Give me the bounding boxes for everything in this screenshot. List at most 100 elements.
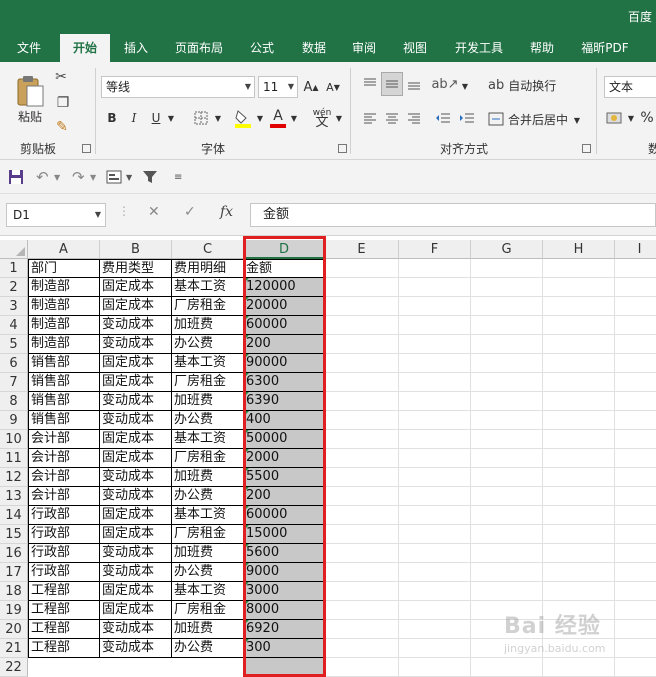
table-cell[interactable]: 6920: [244, 620, 325, 639]
table-cell[interactable]: 办公费: [172, 335, 244, 354]
table-cell[interactable]: 基本工资: [172, 430, 244, 449]
table-cell[interactable]: 50000: [244, 430, 325, 449]
table-cell[interactable]: 会计部: [28, 449, 100, 468]
column-header-f[interactable]: F: [399, 240, 471, 259]
chevron-down-icon[interactable]: ▼: [289, 110, 299, 126]
chevron-down-icon[interactable]: ▼: [626, 110, 636, 126]
table-cell[interactable]: 办公费: [172, 487, 244, 506]
table-cell[interactable]: 200: [244, 487, 325, 506]
chevron-down-icon[interactable]: ▼: [90, 166, 96, 188]
chevron-down-icon[interactable]: ▼: [54, 166, 60, 188]
table-cell[interactable]: 销售部: [28, 392, 100, 411]
format-painter-icon[interactable]: ✎: [52, 118, 72, 136]
table-cell[interactable]: 60000: [244, 506, 325, 525]
table-cell[interactable]: 6390: [244, 392, 325, 411]
font-launcher-icon[interactable]: [338, 144, 347, 153]
fill-color-icon[interactable]: [232, 106, 254, 130]
table-cell[interactable]: 厂房租金: [172, 601, 244, 620]
table-cell[interactable]: 固定成本: [100, 449, 172, 468]
column-header-e[interactable]: E: [325, 240, 399, 259]
row-header-17[interactable]: 17: [0, 563, 28, 582]
table-cell[interactable]: 固定成本: [100, 525, 172, 544]
align-right-icon[interactable]: [404, 108, 424, 128]
column-header-h[interactable]: H: [543, 240, 615, 259]
form-icon[interactable]: [106, 166, 122, 188]
customize-qat-icon[interactable]: ≡: [174, 166, 182, 188]
table-cell[interactable]: 变动成本: [100, 468, 172, 487]
column-header-b[interactable]: B: [100, 240, 172, 259]
enter-icon[interactable]: ✓: [184, 204, 196, 220]
table-cell[interactable]: 厂房租金: [172, 449, 244, 468]
chevron-down-icon[interactable]: ▼: [460, 78, 470, 94]
chevron-down-icon[interactable]: ▼: [213, 110, 223, 126]
row-header-7[interactable]: 7: [0, 373, 28, 392]
table-cell[interactable]: 8000: [244, 601, 325, 620]
table-cell[interactable]: 工程部: [28, 620, 100, 639]
align-middle-icon[interactable]: [381, 72, 403, 96]
row-header-3[interactable]: 3: [0, 297, 28, 316]
tab-formulas[interactable]: 公式: [240, 34, 284, 62]
header-cell[interactable]: 费用明细: [172, 259, 244, 278]
wrap-text-button[interactable]: ab 自动换行: [488, 74, 578, 96]
tab-developer[interactable]: 开发工具: [446, 34, 512, 62]
header-cell[interactable]: 费用类型: [100, 259, 172, 278]
alignment-launcher-icon[interactable]: [582, 144, 591, 153]
row-header-10[interactable]: 10: [0, 430, 28, 449]
table-cell[interactable]: 90000: [244, 354, 325, 373]
tab-review[interactable]: 审阅: [342, 34, 386, 62]
table-cell[interactable]: 会计部: [28, 487, 100, 506]
increase-indent-icon[interactable]: [456, 108, 478, 128]
column-header-a[interactable]: A: [28, 240, 100, 259]
table-cell[interactable]: 5500: [244, 468, 325, 487]
save-icon[interactable]: [8, 166, 24, 188]
column-header-d[interactable]: D: [244, 240, 325, 259]
row-header-18[interactable]: 18: [0, 582, 28, 601]
borders-icon[interactable]: [190, 108, 212, 128]
copy-icon[interactable]: ❐: [52, 94, 74, 112]
table-cell[interactable]: 制造部: [28, 316, 100, 335]
row-header-5[interactable]: 5: [0, 335, 28, 354]
table-cell[interactable]: 2000: [244, 449, 325, 468]
table-cell[interactable]: 固定成本: [100, 297, 172, 316]
table-cell[interactable]: 加班费: [172, 620, 244, 639]
italic-button[interactable]: I: [126, 108, 142, 128]
undo-icon[interactable]: ↶: [36, 166, 49, 188]
table-cell[interactable]: 行政部: [28, 525, 100, 544]
phonetic-guide-button[interactable]: wén 文: [310, 106, 334, 130]
underline-button[interactable]: U: [148, 108, 164, 128]
table-cell[interactable]: 厂房租金: [172, 525, 244, 544]
number-format-select[interactable]: 文本: [604, 76, 656, 98]
bold-button[interactable]: B: [104, 108, 120, 128]
table-cell[interactable]: 15000: [244, 525, 325, 544]
table-cell[interactable]: 销售部: [28, 354, 100, 373]
tab-data[interactable]: 数据: [292, 34, 336, 62]
font-color-button[interactable]: A: [268, 106, 288, 130]
table-cell[interactable]: 基本工资: [172, 354, 244, 373]
row-header-12[interactable]: 12: [0, 468, 28, 487]
table-cell[interactable]: 变动成本: [100, 316, 172, 335]
chevron-down-icon[interactable]: ▼: [334, 110, 344, 126]
table-cell[interactable]: 变动成本: [100, 392, 172, 411]
row-header-2[interactable]: 2: [0, 278, 28, 297]
table-cell[interactable]: 变动成本: [100, 411, 172, 430]
table-cell[interactable]: 60000: [244, 316, 325, 335]
percent-style-button[interactable]: %: [638, 108, 656, 128]
table-cell[interactable]: 加班费: [172, 468, 244, 487]
table-cell[interactable]: 20000: [244, 297, 325, 316]
table-cell[interactable]: 固定成本: [100, 506, 172, 525]
table-cell[interactable]: 加班费: [172, 392, 244, 411]
table-cell[interactable]: 加班费: [172, 316, 244, 335]
header-cell[interactable]: 金额: [244, 259, 325, 278]
table-cell[interactable]: 基本工资: [172, 278, 244, 297]
table-cell[interactable]: 行政部: [28, 563, 100, 582]
table-cell[interactable]: 6300: [244, 373, 325, 392]
header-cell[interactable]: 部门: [28, 259, 100, 278]
table-cell[interactable]: 固定成本: [100, 601, 172, 620]
table-cell[interactable]: 制造部: [28, 278, 100, 297]
tab-foxit-pdf[interactable]: 福昕PDF: [574, 34, 636, 62]
row-header-19[interactable]: 19: [0, 601, 28, 620]
table-cell[interactable]: 变动成本: [100, 544, 172, 563]
table-cell[interactable]: 变动成本: [100, 487, 172, 506]
table-cell[interactable]: 固定成本: [100, 373, 172, 392]
chevron-down-icon[interactable]: ▼: [572, 112, 582, 128]
